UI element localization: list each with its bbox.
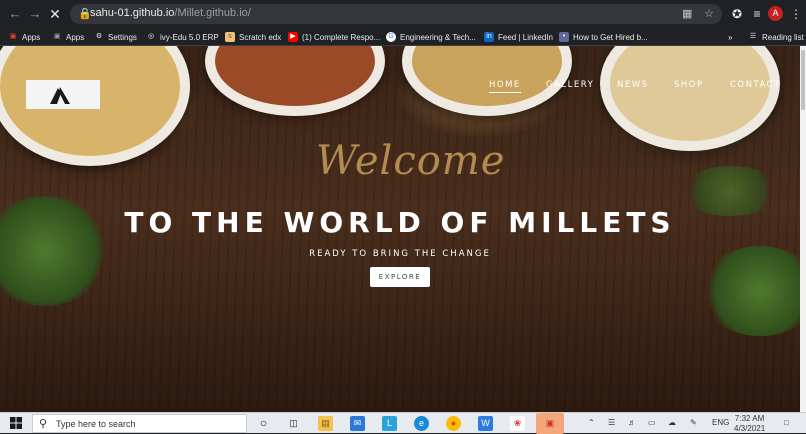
globe-icon: ◎ — [147, 33, 155, 40]
stop-loading-icon[interactable]: ✕ — [46, 5, 64, 23]
address-url[interactable]: sahu-01.github.io/Millet.github.io/ — [90, 7, 251, 19]
extensions-puzzle-icon[interactable]: ✪ — [730, 7, 744, 21]
chrome-browser-icon[interactable]: ● — [446, 416, 461, 431]
explore-button[interactable]: EXPLORE — [370, 267, 430, 287]
task-view-icon[interactable]: ◫ — [286, 416, 301, 431]
page-icon: • — [559, 32, 569, 42]
hero-headline: TO THE WORLD OF MILLETS — [124, 206, 676, 239]
logo-icon — [50, 87, 70, 104]
clock-time: 7:32 AM — [734, 414, 765, 423]
nav-shop[interactable]: SHOP — [674, 80, 704, 90]
battery-icon[interactable]: ▭ — [648, 418, 656, 427]
system-clock[interactable]: 7:32 AM 4/3/2021 — [734, 414, 765, 434]
back-arrow-icon[interactable]: ← — [6, 5, 24, 23]
active-app-icon[interactable]: ▣ — [536, 413, 564, 434]
edge-browser-icon[interactable]: e — [414, 416, 429, 431]
reading-list-button[interactable]: ☰ Reading list — [748, 30, 804, 44]
millet-bowl-image — [600, 46, 780, 151]
file-explorer-icon[interactable]: ▤ — [318, 416, 333, 431]
bookmark-settings[interactable]: ⚙ Settings — [94, 30, 137, 44]
nav-home[interactable]: HOME — [489, 80, 521, 93]
forward-arrow-icon[interactable]: → — [26, 5, 44, 23]
gear-icon: ⚙ — [95, 33, 103, 40]
l-app-icon[interactable]: L — [382, 416, 397, 431]
google-icon: G — [386, 32, 396, 42]
media-control-icon[interactable]: ≡ — [750, 7, 764, 21]
windows-start-icon[interactable] — [10, 417, 22, 429]
bookmark-how-to-get-hired[interactable]: • How to Get Hired b... — [559, 30, 648, 44]
bookmark-engineering[interactable]: G Engineering & Tech... — [386, 30, 476, 44]
mail-icon[interactable]: ✉ — [350, 416, 365, 431]
onedrive-icon[interactable]: ☁ — [668, 418, 676, 427]
taskbar-search-box[interactable]: ⚲ Type here to search — [32, 414, 247, 433]
scratch-icon: s — [225, 32, 235, 42]
taskbar-search-placeholder: Type here to search — [56, 419, 136, 429]
cortana-icon[interactable]: ○ — [256, 416, 271, 431]
pen-icon[interactable]: ✎ — [690, 418, 697, 427]
menu-kebab-icon[interactable]: ⋮ — [789, 7, 803, 21]
site-logo[interactable] — [26, 80, 100, 109]
bookmarks-overflow-icon[interactable]: » — [728, 30, 732, 44]
language-indicator[interactable]: ENG — [712, 418, 729, 427]
scrollbar-thumb[interactable] — [801, 50, 805, 110]
bookmark-linkedin[interactable]: in Feed | LinkedIn — [484, 30, 553, 44]
bookmark-apps-2[interactable]: ▣ Apps — [52, 30, 85, 44]
qr-code-icon[interactable]: ▦ — [682, 7, 692, 20]
address-bar[interactable]: 🔒 sahu-01.github.io/Millet.github.io/ ▦ … — [70, 4, 722, 24]
browser-toolbar: ← → ✕ 🔒 sahu-01.github.io/Millet.github.… — [0, 0, 806, 28]
hero-section: HOME GALLERY NEWS SHOP CONTACT Welcome T… — [0, 46, 800, 412]
windows-taskbar: ⚲ Type here to search ○ ◫ ▤ ✉ L e ● W ❀ … — [0, 412, 806, 434]
bookmark-ivy-edu[interactable]: ◎ ivy-Edu 5.0 ERP — [146, 30, 219, 44]
linkedin-icon: in — [484, 32, 494, 42]
nav-contact[interactable]: CONTACT — [730, 80, 781, 90]
profile-avatar[interactable]: A — [768, 6, 783, 21]
word-app-icon[interactable]: W — [478, 416, 493, 431]
nav-news[interactable]: NEWS — [617, 80, 649, 90]
wifi-icon[interactable]: ☰ — [608, 418, 615, 427]
herb-decoration — [700, 246, 800, 336]
nav-gallery[interactable]: GALLERY — [546, 80, 594, 90]
youtube-icon: ▶ — [288, 32, 298, 42]
bookmark-apps-1[interactable]: ▣ Apps — [8, 30, 41, 44]
millet-bowl-image — [205, 46, 385, 116]
search-icon: ⚲ — [39, 418, 48, 430]
welcome-script-heading: Welcome — [316, 138, 506, 184]
apps-grid-icon: ▣ — [9, 33, 17, 40]
bookmark-scratch-edx[interactable]: s Scratch edx — [225, 30, 281, 44]
tray-overflow-icon[interactable]: ⌃ — [588, 418, 595, 427]
volume-icon[interactable]: ♬ — [628, 418, 636, 427]
notifications-icon[interactable]: □ — [784, 418, 789, 427]
paint-app-icon[interactable]: ❀ — [510, 416, 525, 431]
reading-list-icon: ☰ — [749, 33, 757, 40]
bookmarks-bar: ▣ Apps ▣ Apps ⚙ Settings ◎ ivy-Edu 5.0 ERP s… — [0, 28, 806, 46]
bookmark-star-icon[interactable]: ☆ — [704, 7, 714, 20]
apps-grid-icon: ▣ — [53, 33, 61, 40]
bookmark-youtube[interactable]: ▶ (1) Complete Respo... — [288, 30, 380, 44]
hero-subheading: READY TO BRING THE CHANGE — [309, 249, 491, 259]
